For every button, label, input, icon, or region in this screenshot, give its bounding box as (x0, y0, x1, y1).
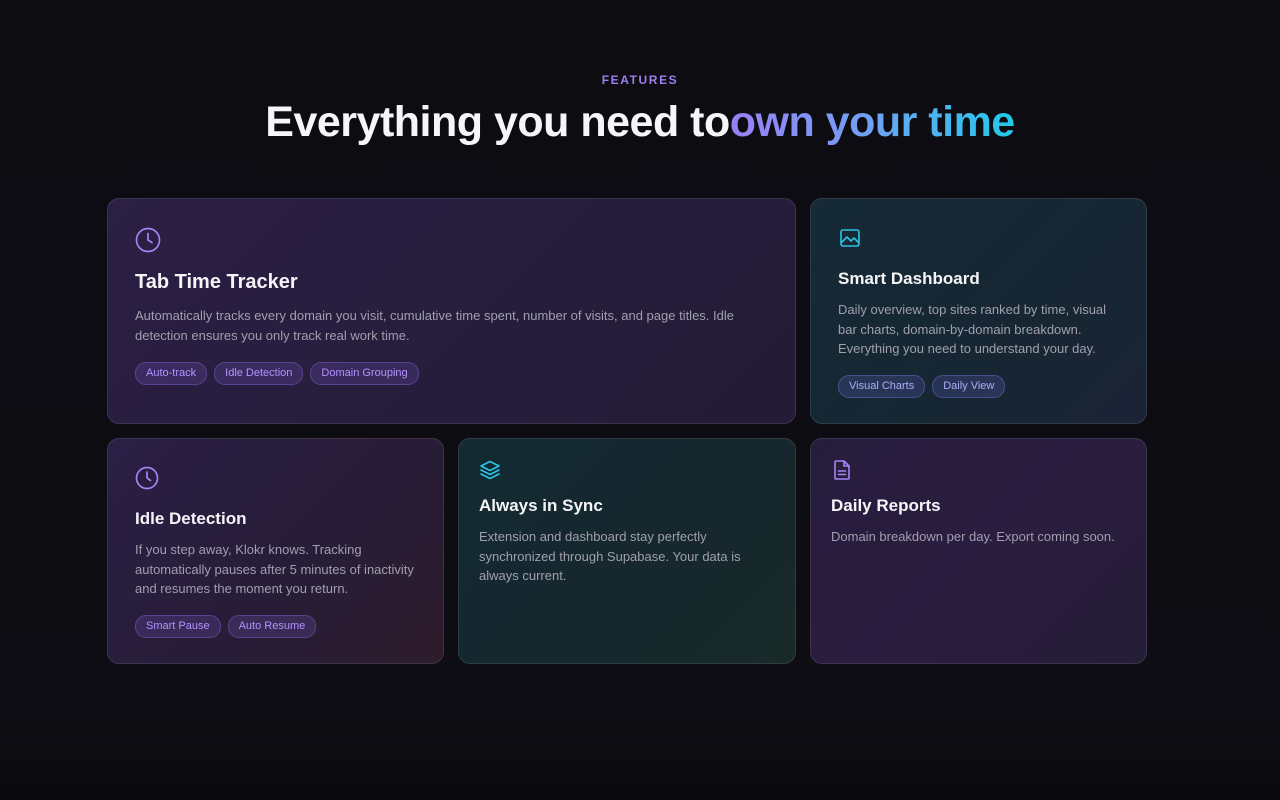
feature-card-daily-reports: Daily Reports Domain breakdown per day. … (810, 438, 1147, 664)
tag-visual-charts: Visual Charts (838, 375, 926, 398)
section-eyebrow: FEATURES (601, 73, 679, 87)
feature-card-always-in-sync: Always in Sync Extension and dashboard s… (458, 438, 796, 664)
feature-card-smart-dashboard: Smart Dashboard Daily overview, top site… (810, 198, 1147, 424)
card-title: Smart Dashboard (838, 269, 980, 288)
tag-auto-track: Auto-track (135, 362, 208, 385)
headline-highlight: own your time (729, 98, 1015, 146)
feature-card-idle-detection: Idle Detection If you step away, Klokr k… (107, 438, 444, 664)
card-description: Daily overview, top sites ranked by time… (838, 302, 1107, 356)
card-description: Automatically tracks every domain you vi… (135, 308, 734, 343)
document-icon (832, 459, 852, 486)
section-headline: Everything you need toown your time (0, 98, 1280, 147)
features-section: FEATURES Everything you need toown your … (0, 0, 1280, 800)
card-description: Extension and dashboard stay perfectly s… (479, 529, 741, 583)
tag-domain-grouping: Domain Grouping (310, 362, 419, 385)
tag-auto-resume: Auto Resume (227, 615, 317, 638)
tag-idle-detection: Idle Detection (214, 362, 304, 385)
card-title: Idle Detection (135, 509, 247, 528)
tag-smart-pause: Smart Pause (135, 615, 221, 638)
tag-list: Visual Charts Daily View (838, 375, 1006, 398)
clock-icon (134, 465, 160, 496)
tag-daily-view: Daily View (932, 375, 1006, 398)
tag-list: Auto-track Idle Detection Domain Groupin… (135, 362, 419, 385)
card-title: Tab Time Tracker (135, 271, 298, 293)
headline-prefix: Everything you need to (265, 98, 730, 146)
clock-icon (134, 226, 162, 259)
image-chart-icon (839, 227, 861, 254)
card-description: Domain breakdown per day. Export coming … (831, 529, 1115, 544)
tag-list: Smart Pause Auto Resume (135, 615, 317, 638)
feature-card-tab-time-tracker: Tab Time Tracker Automatically tracks ev… (107, 198, 796, 424)
layers-icon (479, 459, 501, 486)
card-title: Daily Reports (831, 496, 941, 515)
card-title: Always in Sync (479, 496, 603, 515)
card-description: If you step away, Klokr knows. Tracking … (135, 542, 414, 596)
